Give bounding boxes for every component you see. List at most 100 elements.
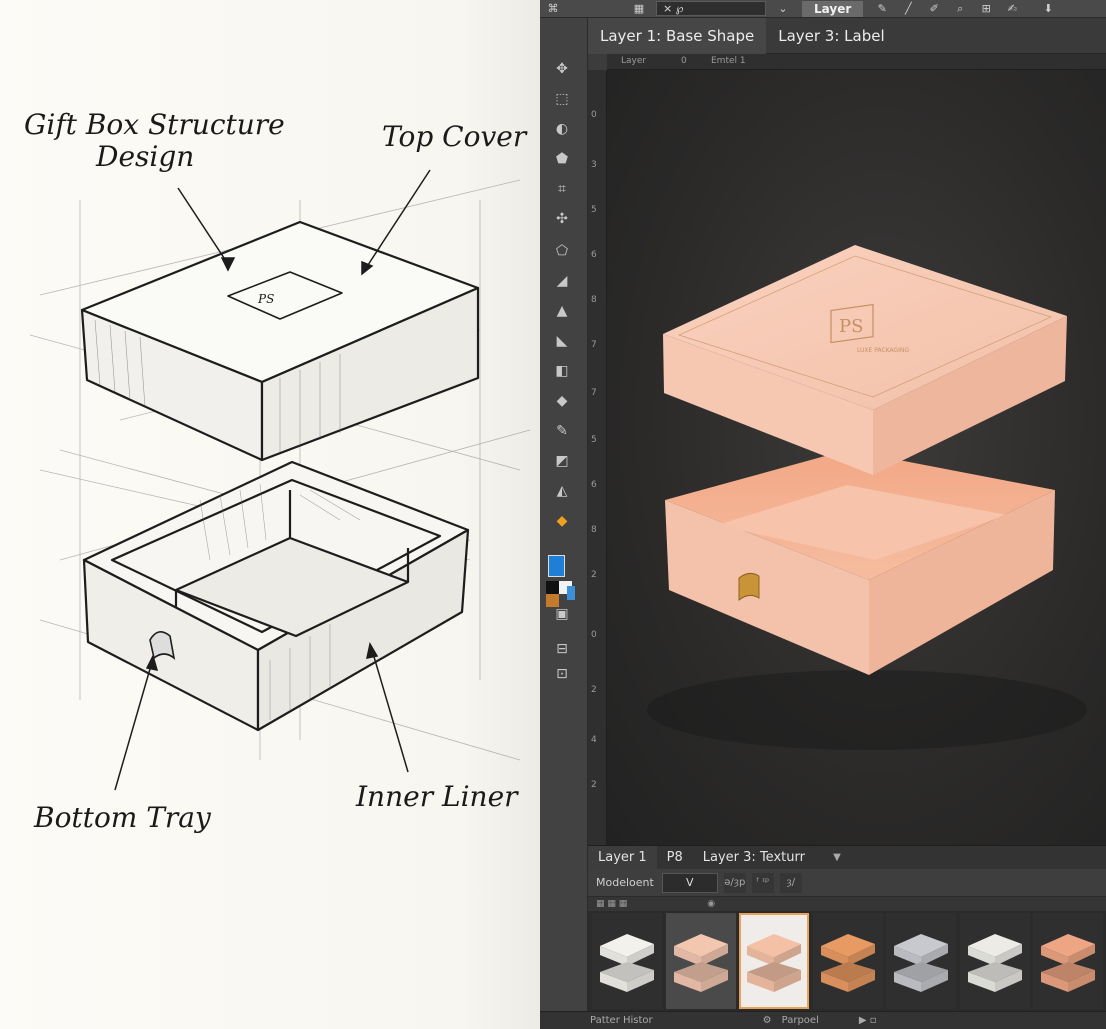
bucket-tool-icon[interactable]: ◆ xyxy=(550,510,574,532)
variant-box-thumbnail xyxy=(673,934,728,992)
sketch-title-line2: Design xyxy=(95,140,194,173)
ruler-label: Layer xyxy=(621,56,647,66)
eyedropper-icon[interactable]: ✣ xyxy=(550,208,574,230)
history-brush-icon[interactable]: ◣ xyxy=(550,330,574,352)
brush-icon[interactable]: ✐ xyxy=(921,1,947,17)
edit-icon[interactable]: ✍ xyxy=(999,1,1025,17)
ruler-mark: 2 xyxy=(591,685,597,695)
background-color-swatch[interactable] xyxy=(546,581,559,594)
grid-icon[interactable]: ▦ ▦ ▦ xyxy=(596,899,627,909)
layers-dropdown-icon[interactable]: ▼ xyxy=(821,848,853,868)
line-icon[interactable]: ╱ xyxy=(895,1,921,17)
pen-icon[interactable]: ✎ xyxy=(869,1,895,17)
fill-icon[interactable]: ▦ xyxy=(626,1,652,17)
variant-swatch-3[interactable] xyxy=(739,913,809,1009)
layer-tab-ps[interactable]: P8 xyxy=(657,846,693,870)
sketch-title-line1: Gift Box Structure xyxy=(24,108,285,141)
ruler-mark: 4 xyxy=(591,735,597,745)
ruler-mark: 2 xyxy=(591,780,597,790)
foreground-color-swatch[interactable] xyxy=(548,555,565,577)
more-tools-icon[interactable]: ⊡ xyxy=(550,663,574,685)
options-field[interactable]: × ℘ xyxy=(656,1,766,16)
dodge-tool-icon[interactable]: ◩ xyxy=(550,450,574,472)
ruler-mark: 7 xyxy=(591,340,597,350)
blend-mode-label: Modeloent xyxy=(596,876,654,889)
screen-mode-icon[interactable]: ▣ xyxy=(550,603,574,625)
ruler-mark: 0 xyxy=(591,630,597,640)
variant-swatch-7[interactable] xyxy=(1033,913,1103,1009)
blend-mode-select[interactable]: V xyxy=(661,872,718,893)
variant-swatch-6[interactable] xyxy=(959,913,1030,1009)
document-tabs: Layer 1: Base Shape Layer 3: Label xyxy=(588,17,1106,54)
sketch-drawing: PS Gift Box Structure Design Top Cover B… xyxy=(24,108,531,834)
quick-select-icon[interactable]: ⬟ xyxy=(550,148,574,170)
variant-swatch-4[interactable] xyxy=(812,913,883,1009)
sketch-pull-tab xyxy=(149,631,176,660)
crop-tool-icon[interactable]: ⌘ xyxy=(540,1,566,17)
sketch-label-bottom-tray: Bottom Tray xyxy=(33,801,212,834)
healing-icon[interactable]: ⬠ xyxy=(550,240,574,262)
ruler-mark: 5 xyxy=(591,205,597,215)
ruler-label: Emtel 1 xyxy=(711,56,746,66)
options-layer-label[interactable]: Layer xyxy=(802,0,864,17)
sketch-label-inner-liner: Inner Liner xyxy=(355,780,519,813)
crop-icon[interactable]: ⌗ xyxy=(550,178,574,200)
layer-tab-texture[interactable]: Layer 3: Texturr xyxy=(693,846,815,870)
status-right: Parpoel xyxy=(781,1015,819,1026)
settings-icon[interactable]: ⚙ xyxy=(763,1015,772,1026)
ruler-mark: 8 xyxy=(591,295,597,305)
opacity-icon[interactable]: ȝ/ xyxy=(779,872,802,893)
sketch-lid-emblem: PS xyxy=(257,292,274,306)
ruler-mark: 7 xyxy=(591,388,597,398)
stamp-tool-icon[interactable]: ▲ xyxy=(550,300,574,322)
extra-tools-icon[interactable]: ⊟ xyxy=(550,638,574,660)
ruler-label: 0 xyxy=(681,56,687,66)
play-icon[interactable]: ▶ ▫ xyxy=(859,1015,877,1026)
dot-icon[interactable]: ◉ xyxy=(707,899,715,909)
gradient-tool-icon[interactable]: ◆ xyxy=(550,390,574,412)
layers-bar: Layer 1 P8 Layer 3: Texturr ▼ xyxy=(588,845,1106,870)
tab-layer-3-label[interactable]: Layer 3: Label xyxy=(766,18,896,54)
variant-box-thumbnail xyxy=(600,934,654,992)
document-canvas[interactable]: PS LUXE PACKAGING xyxy=(607,70,1106,845)
status-left: Patter Histor xyxy=(590,1015,653,1026)
variant-swatch-1[interactable] xyxy=(592,913,662,1009)
ruler-mark: 5 xyxy=(591,435,597,445)
lock-icon[interactable]: ǝ/ȝp xyxy=(723,872,746,893)
marquee-tool-icon[interactable]: ⬚ xyxy=(550,88,574,110)
layer-tab-1[interactable]: Layer 1 xyxy=(588,845,657,870)
sketch-paper: PS Gift Box Structure Design Top Cover B… xyxy=(0,0,540,1029)
swatch-panel-header: ▦ ▦ ▦ ◉ xyxy=(588,897,1106,911)
layer-properties-bar: Modeloent V ǝ/ȝp ᶠ ᶦᵖ ȝ/ xyxy=(588,869,1106,897)
zoom-icon[interactable]: ⌕ xyxy=(947,1,973,17)
variant-box-thumbnail xyxy=(747,934,801,992)
variant-box-thumbnail xyxy=(894,934,948,992)
tab-layer-1-base-shape[interactable]: Layer 1: Base Shape xyxy=(588,17,767,54)
ruler-mark: 6 xyxy=(591,250,597,260)
gift-box-render: PS LUXE PACKAGING xyxy=(647,245,1087,750)
arrow-down-icon[interactable]: ⬇ xyxy=(1035,1,1061,17)
eraser-tool-icon[interactable]: ◧ xyxy=(550,360,574,382)
chevron-down-icon[interactable]: ⌄ xyxy=(770,1,796,17)
variant-swatch-5[interactable] xyxy=(886,913,956,1009)
ruler-mark: 0 xyxy=(591,110,597,120)
move-tool-icon[interactable]: ✥ xyxy=(550,58,574,80)
ruler-mark: 3 xyxy=(591,160,597,170)
pen-tool-icon[interactable]: ◭ xyxy=(550,480,574,502)
options-bar: ⌘ ▦ × ℘ ⌄ Layer ✎ ╱ ✐ ⌕ ⊞ ✍ ⬇ xyxy=(540,0,1106,18)
tools-panel: ✥ ⬚ ◐ ⬟ ⌗ ✣ ⬠ ◢ ▲ ◣ ◧ ◆ ✎ ◩ ◭ ◆ ▣ ⊟ ⊡ xyxy=(540,18,588,1029)
blur-tool-icon[interactable]: ✎ xyxy=(550,420,574,442)
image-editor-window: ⌘ ▦ × ℘ ⌄ Layer ✎ ╱ ✐ ⌕ ⊞ ✍ ⬇ ✥ ⬚ ◐ ⬟ ⌗ … xyxy=(540,0,1106,1029)
brush-tool-icon[interactable]: ◢ xyxy=(550,270,574,292)
lasso-tool-icon[interactable]: ◐ xyxy=(550,118,574,140)
status-bar: Patter Histor ⚙ Parpoel ▶ ▫ xyxy=(540,1011,1106,1029)
quick-mask-icon[interactable] xyxy=(567,586,575,600)
ruler-mark: 8 xyxy=(591,525,597,535)
sketch-label-top-cover: Top Cover xyxy=(382,120,528,153)
fill-icon[interactable]: ᶠ ᶦᵖ xyxy=(751,872,774,893)
ruler-mark: 2 xyxy=(591,570,597,580)
variant-swatch-2[interactable] xyxy=(665,913,736,1009)
cart-icon[interactable]: ⊞ xyxy=(973,1,999,17)
ruler-mark: 6 xyxy=(591,480,597,490)
variant-box-thumbnail xyxy=(1041,934,1095,992)
